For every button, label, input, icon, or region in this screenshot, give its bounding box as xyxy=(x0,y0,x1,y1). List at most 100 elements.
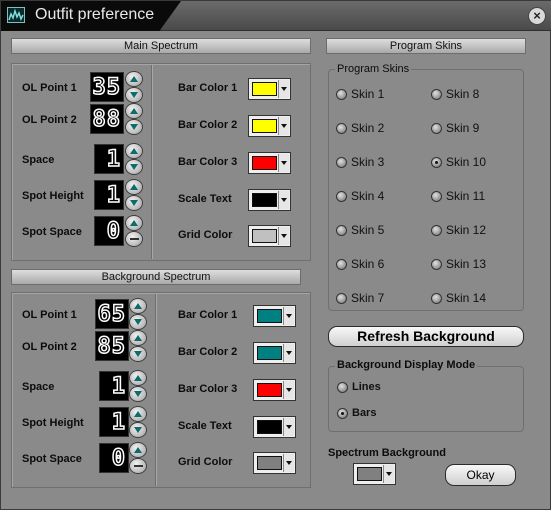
color-picker[interactable] xyxy=(253,452,296,474)
increment-button[interactable] xyxy=(125,143,143,159)
dropdown-arrow-icon[interactable] xyxy=(278,191,289,209)
decrement-button[interactable] xyxy=(125,159,143,175)
dropdown-arrow-icon[interactable] xyxy=(283,307,294,325)
minus-icon xyxy=(134,465,143,467)
numeric-display: 88 xyxy=(90,104,124,134)
color-picker[interactable] xyxy=(253,342,296,364)
skin-radio[interactable]: Skin 13 xyxy=(431,257,486,271)
numeric-display: 0 xyxy=(94,216,124,246)
spinner[interactable] xyxy=(129,406,147,438)
skin-radio[interactable]: Skin 14 xyxy=(431,291,486,305)
dropdown-arrow-icon[interactable] xyxy=(283,381,294,399)
color-label: Bar Color 3 xyxy=(178,383,238,395)
title-bar[interactable]: Outfit preference × xyxy=(1,1,551,31)
background-spectrum-header: Background Spectrum xyxy=(11,269,301,285)
radio-indicator xyxy=(336,292,347,304)
color-swatch xyxy=(257,346,282,360)
skin-label: Skin 14 xyxy=(446,291,487,305)
arrow-up-icon xyxy=(134,375,142,381)
numeric-value: 1 xyxy=(106,182,121,209)
color-swatch xyxy=(257,420,282,434)
color-picker[interactable] xyxy=(248,78,291,100)
color-picker[interactable] xyxy=(253,379,296,401)
increment-button[interactable] xyxy=(125,71,143,87)
increment-button[interactable] xyxy=(125,179,143,195)
skin-radio[interactable]: Skin 5 xyxy=(336,223,384,237)
dropdown-arrow-icon[interactable] xyxy=(278,154,289,172)
spinner[interactable] xyxy=(125,103,143,135)
decrement-button[interactable] xyxy=(129,458,147,474)
skin-label: Skin 3 xyxy=(351,155,385,169)
spinner[interactable] xyxy=(129,370,147,402)
numeric-value: 1 xyxy=(106,146,121,173)
dropdown-arrow-icon[interactable] xyxy=(283,344,294,362)
dropdown-arrow-icon[interactable] xyxy=(278,117,289,135)
spinner[interactable] xyxy=(125,179,143,211)
skin-radio[interactable]: Skin 7 xyxy=(336,291,384,305)
decrement-button[interactable] xyxy=(129,346,147,362)
decrement-button[interactable] xyxy=(125,119,143,135)
spinner[interactable] xyxy=(125,215,143,247)
skin-radio[interactable]: Skin 9 xyxy=(431,121,479,135)
radio-indicator xyxy=(336,190,347,202)
decrement-button[interactable] xyxy=(125,195,143,211)
skin-radio[interactable]: Skin 2 xyxy=(336,121,384,135)
decrement-button[interactable] xyxy=(125,231,143,247)
arrow-up-icon xyxy=(130,184,138,190)
color-label: Grid Color xyxy=(178,456,233,468)
color-label: Bar Color 2 xyxy=(178,119,238,131)
color-swatch xyxy=(252,82,277,96)
spinner[interactable] xyxy=(125,143,143,175)
increment-button[interactable] xyxy=(125,215,143,231)
arrow-down-icon xyxy=(134,427,142,433)
color-label: Scale Text xyxy=(178,193,232,205)
skin-radio[interactable]: Skin 6 xyxy=(336,257,384,271)
skin-label: Skin 1 xyxy=(351,87,385,101)
skin-label: Skin 2 xyxy=(351,121,385,135)
display-mode-bars-label: Bars xyxy=(352,407,377,419)
decrement-button[interactable] xyxy=(129,386,147,402)
display-mode-lines-radio[interactable]: Lines xyxy=(337,380,381,394)
color-picker[interactable] xyxy=(248,152,291,174)
dropdown-arrow-icon[interactable] xyxy=(283,418,294,436)
spinner[interactable] xyxy=(129,298,147,330)
field-label: OL Point 1 xyxy=(22,309,77,321)
spectrum-background-color-picker[interactable] xyxy=(353,463,396,485)
dropdown-arrow-icon[interactable] xyxy=(278,227,289,245)
spinner[interactable] xyxy=(129,330,147,362)
color-picker[interactable] xyxy=(253,305,296,327)
numeric-display: 0 xyxy=(99,443,129,473)
skin-radio[interactable]: Skin 11 xyxy=(431,189,485,203)
skin-radio[interactable]: Skin 8 xyxy=(431,87,479,101)
increment-button[interactable] xyxy=(125,103,143,119)
skin-radio[interactable]: Skin 12 xyxy=(431,223,486,237)
spinner[interactable] xyxy=(125,71,143,103)
increment-button[interactable] xyxy=(129,442,147,458)
color-label: Bar Color 3 xyxy=(178,156,238,168)
skin-radio[interactable]: Skin 3 xyxy=(336,155,384,169)
increment-button[interactable] xyxy=(129,298,147,314)
dropdown-arrow-icon[interactable] xyxy=(383,465,394,483)
spinner[interactable] xyxy=(129,442,147,474)
skin-radio[interactable]: Skin 1 xyxy=(336,87,384,101)
radio-indicator xyxy=(431,190,442,202)
increment-button[interactable] xyxy=(129,330,147,346)
dropdown-arrow-icon[interactable] xyxy=(283,454,294,472)
decrement-button[interactable] xyxy=(129,314,147,330)
color-picker[interactable] xyxy=(248,189,291,211)
skin-radio[interactable]: Skin 10 xyxy=(431,155,486,169)
color-picker[interactable] xyxy=(253,416,296,438)
radio-indicator xyxy=(336,156,347,168)
display-mode-bars-radio[interactable]: Bars xyxy=(337,406,376,420)
increment-button[interactable] xyxy=(129,406,147,422)
refresh-background-button[interactable]: Refresh Background xyxy=(328,326,524,347)
decrement-button[interactable] xyxy=(125,87,143,103)
color-picker[interactable] xyxy=(248,225,291,247)
dropdown-arrow-icon[interactable] xyxy=(278,80,289,98)
increment-button[interactable] xyxy=(129,370,147,386)
decrement-button[interactable] xyxy=(129,422,147,438)
skin-radio[interactable]: Skin 4 xyxy=(336,189,384,203)
close-button[interactable]: × xyxy=(528,7,546,25)
okay-button[interactable]: Okay xyxy=(445,464,516,486)
color-picker[interactable] xyxy=(248,115,291,137)
